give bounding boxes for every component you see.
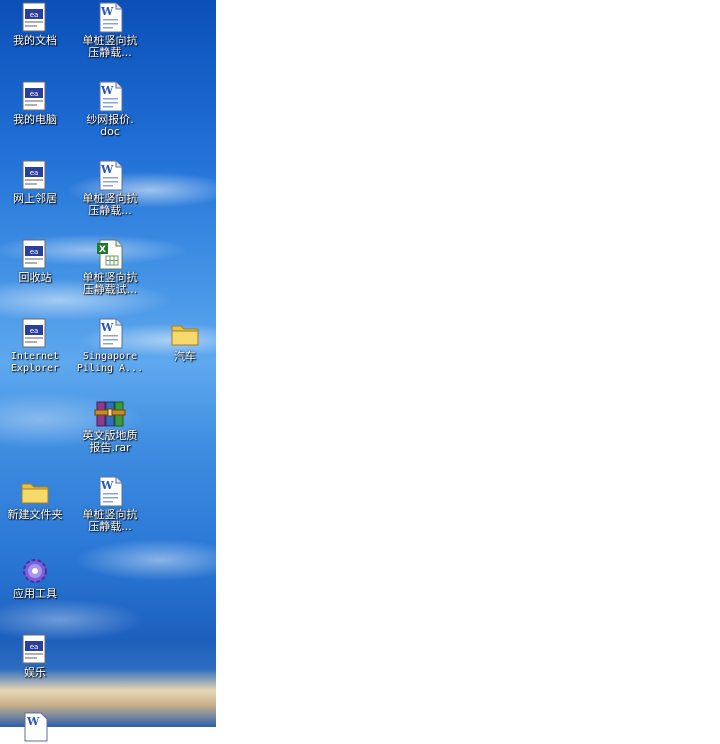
- rar-archive-icon: [94, 401, 126, 427]
- desktop-icon-rar-report[interactable]: 英文版地质 报告.rar: [73, 397, 147, 454]
- app-window-icon: ea: [22, 81, 46, 111]
- desktop-icon-doc-quote[interactable]: W 纱网报价. doc: [73, 81, 147, 138]
- desktop-icon-label: 汽车: [174, 350, 196, 363]
- desktop-icon-recycle-bin[interactable]: ea 回收站: [0, 239, 72, 284]
- svg-text:W: W: [100, 5, 114, 18]
- app-window-icon: ea: [22, 239, 46, 269]
- desktop-icon-label: 单桩竖向抗 压静载...: [82, 192, 138, 217]
- desktop-icon-label: 应用工具: [13, 587, 57, 600]
- word-document-icon: W: [24, 712, 48, 742]
- desktop-icon-folder-car[interactable]: 汽车: [148, 318, 222, 363]
- desktop-icon-label: 我的电脑: [13, 113, 57, 126]
- desktop-icon-doc-1[interactable]: W 单桩竖向抗 压静载...: [73, 2, 147, 59]
- word-document-icon: W: [99, 318, 123, 349]
- word-document-icon: W: [99, 2, 123, 33]
- desktop-icon-doc-2[interactable]: W 单桩竖向抗 压静载...: [73, 160, 147, 217]
- desktop-icon-label: 回收站: [18, 271, 52, 284]
- desktop-icon-label: 纱网报价. doc: [86, 113, 134, 138]
- desktop-icon-my-computer[interactable]: ea 我的电脑: [0, 81, 72, 126]
- desktop-icon-my-documents[interactable]: ea 我的文档: [0, 2, 72, 47]
- app-window-icon: ea: [22, 2, 46, 32]
- desktop-icon-network[interactable]: ea 网上邻居: [0, 160, 72, 205]
- svg-text:W: W: [100, 321, 114, 334]
- desktop-icon-doc-3[interactable]: W 单桩竖向抗 压静载...: [73, 476, 147, 533]
- svg-text:W: W: [26, 715, 40, 728]
- word-document-icon: W: [99, 81, 123, 112]
- folder-icon: [21, 483, 49, 504]
- svg-text:ea: ea: [30, 327, 39, 335]
- svg-text:ea: ea: [30, 90, 39, 98]
- svg-text:ea: ea: [30, 643, 39, 651]
- word-document-icon: W: [99, 160, 123, 191]
- gear-icon: [23, 559, 47, 583]
- word-document-icon: W: [99, 476, 123, 507]
- excel-document-icon: X: [97, 239, 123, 270]
- app-window-icon: ea: [22, 634, 46, 664]
- svg-text:W: W: [100, 163, 114, 176]
- desktop-icon-label: 网上邻居: [13, 192, 57, 205]
- desktop-icon-tools[interactable]: 应用工具: [0, 555, 72, 600]
- desktop-icon-label: 单桩竖向抗 压静载...: [82, 34, 138, 59]
- desktop-icon-label: 新建文件夹: [7, 508, 63, 521]
- svg-text:W: W: [100, 479, 114, 492]
- desktop-icon-label: Singapore Piling A...: [76, 351, 144, 374]
- desktop-icon-partial-document[interactable]: W: [0, 711, 72, 744]
- app-window-icon: ea: [22, 318, 46, 348]
- desktop-icon-label: 娱乐: [24, 666, 46, 679]
- desktop-icon-doc-singapore[interactable]: W Singapore Piling A...: [73, 318, 147, 375]
- folder-icon: [171, 325, 199, 346]
- app-window-icon: ea: [22, 160, 46, 190]
- svg-text:W: W: [100, 84, 114, 97]
- svg-text:ea: ea: [30, 248, 39, 256]
- desktop-icon-entertainment[interactable]: ea 娱乐: [0, 634, 72, 679]
- desktop-icon-xls-1[interactable]: X 单桩竖向抗 压静载试...: [73, 239, 147, 296]
- desktop-icon-new-folder[interactable]: 新建文件夹: [0, 476, 72, 521]
- desktop-icon-label: 单桩竖向抗 压静载试...: [82, 271, 138, 296]
- svg-text:X: X: [99, 245, 106, 255]
- desktop-icon-label: 我的文档: [13, 34, 57, 47]
- svg-text:ea: ea: [30, 169, 39, 177]
- desktop-icon-label: Internet Explorer: [10, 351, 60, 374]
- desktop-icon-internet-explorer[interactable]: ea Internet Explorer: [0, 318, 72, 375]
- desktop-icon-label: 单桩竖向抗 压静载...: [82, 508, 138, 533]
- desktop-icon-label: 英文版地质 报告.rar: [82, 429, 138, 454]
- svg-text:ea: ea: [30, 11, 39, 19]
